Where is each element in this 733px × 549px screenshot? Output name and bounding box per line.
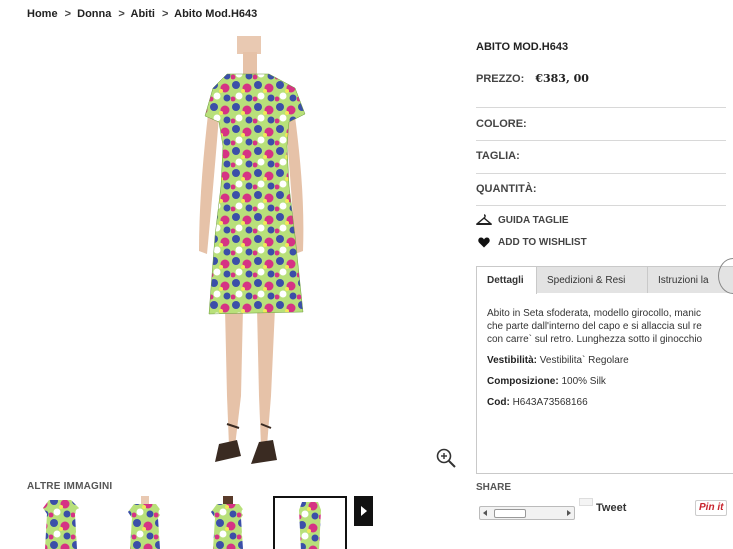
divider (476, 173, 726, 174)
color-option[interactable]: COLORE: (476, 118, 527, 130)
product-title: ABITO MOD.H643 (476, 41, 569, 53)
tab-details[interactable]: Dettagli (477, 267, 537, 294)
size-option[interactable]: TAGLIA: (476, 150, 520, 162)
size-guide-link[interactable]: GUIDA TAGLIE (476, 214, 569, 226)
size-guide-label: GUIDA TAGLIE (498, 214, 569, 226)
breadcrumb-separator: > (64, 8, 72, 20)
add-to-wishlist-link[interactable]: ADD TO WISHLIST (476, 236, 587, 248)
price-value: €383, 00 (535, 72, 589, 85)
code-value: H643A73568166 (512, 397, 588, 408)
tab-label: Dettagli (487, 275, 524, 286)
hanger-icon (476, 214, 492, 226)
thumbnail-image (211, 496, 245, 549)
tweet-widget-frame (579, 498, 593, 506)
fit-value: Vestibilita` Regolare (539, 355, 629, 366)
scroll-right-arrow-icon[interactable] (567, 510, 571, 516)
wishlist-label: ADD TO WISHLIST (498, 236, 587, 248)
description-line: con carre` sul retro. Lunghezza sotto il… (487, 334, 703, 345)
tab-shipping-returns[interactable]: Spedizioni & Resi (537, 267, 648, 293)
zoom-icon[interactable] (435, 447, 457, 469)
tab-bar: Dettagli Spedizioni & Resi Istruzioni la (477, 267, 733, 294)
divider (476, 140, 726, 141)
thumbnail-image (128, 496, 162, 549)
price-label: PREZZO: (476, 73, 525, 85)
divider (476, 107, 726, 108)
tab-label: Istruzioni la (658, 274, 709, 286)
fit-label: Vestibilità: (487, 355, 538, 366)
scroll-left-arrow-icon[interactable] (483, 510, 487, 516)
other-images-label: ALTRE IMMAGINI (27, 481, 113, 492)
share-label: SHARE (476, 482, 512, 493)
scroll-thumb[interactable] (494, 509, 526, 518)
heart-icon (476, 236, 492, 248)
quantity-option[interactable]: QUANTITÀ: (476, 183, 537, 195)
thumbnail-next-arrow[interactable] (354, 496, 373, 526)
thumbnail-1[interactable] (27, 496, 97, 549)
breadcrumb-current: Abito Mod.H643 (174, 8, 258, 20)
code-label: Cod: (487, 397, 510, 408)
composition-value: 100% Silk (561, 376, 606, 387)
thumbnail-3[interactable] (193, 496, 263, 549)
fit-attribute: Vestibilità: Vestibilita` Regolare (487, 354, 733, 367)
code-attribute: Cod: H643A73568166 (487, 396, 733, 409)
product-tabs: Dettagli Spedizioni & Resi Istruzioni la… (476, 266, 733, 474)
thumbnail-image (43, 500, 79, 549)
tab-label: Spedizioni & Resi (547, 274, 626, 286)
composition-label: Composizione: (487, 376, 559, 387)
thumbnail-2[interactable] (110, 496, 180, 549)
breadcrumb-women[interactable]: Donna (77, 8, 111, 20)
product-info-panel: ABITO MOD.H643 PREZZO: €383, 00 COLORE: … (476, 0, 733, 549)
breadcrumb-home[interactable]: Home (27, 8, 58, 20)
thumbnail-4-selected[interactable] (273, 496, 347, 549)
product-main-image[interactable] (165, 36, 345, 476)
breadcrumb-separator: > (118, 8, 125, 20)
breadcrumb-dresses[interactable]: Abiti (131, 8, 155, 20)
share-scrollbar[interactable] (479, 506, 575, 520)
price-row: PREZZO: €383, 00 (476, 72, 589, 85)
divider (476, 205, 726, 206)
composition-attribute: Composizione: 100% Silk (487, 375, 733, 388)
thumbnail-image (299, 502, 321, 549)
pinterest-button[interactable]: Pin it (695, 500, 727, 516)
description-line: Abito in Seta sfoderata, modello girocol… (487, 308, 702, 319)
tweet-button[interactable]: Tweet (596, 502, 626, 514)
breadcrumb-separator: > (162, 8, 169, 20)
tab-details-content: Abito in Seta sfoderata, modello girocol… (487, 307, 733, 409)
description-line: che parte dall'interno del capo e si all… (487, 321, 702, 332)
breadcrumb: Home > Donna > Abiti > Abito Mod.H643 (27, 8, 261, 20)
